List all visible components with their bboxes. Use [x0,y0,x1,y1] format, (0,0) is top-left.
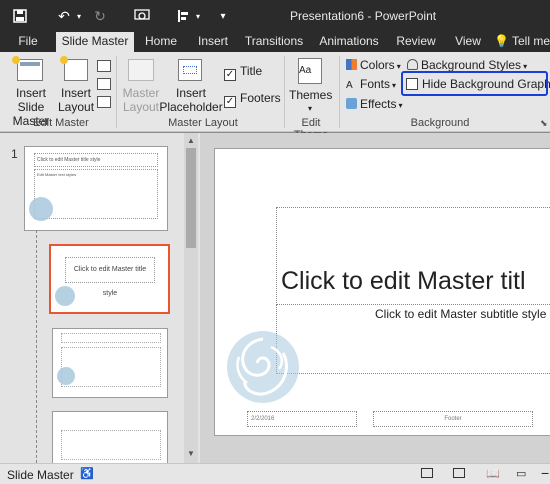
thumb-layout-title [61,333,161,343]
customize-qat-icon[interactable]: ▾ [216,0,230,32]
undo-dropdown-icon[interactable]: ▾ [74,0,84,32]
save-icon[interactable] [8,0,32,32]
scroll-down-icon[interactable]: ▼ [187,449,195,458]
window-title: Presentation6 - PowerPoint [290,9,437,23]
effects-button[interactable]: Effects ▾ [346,97,402,111]
effects-dropdown-icon: ▾ [398,101,403,110]
background-group-label: Background [410,117,470,129]
reading-view-icon[interactable]: 📖 [486,467,500,480]
effects-label: Effects [360,97,397,111]
separator [116,56,117,128]
slideshow-icon[interactable]: ▭ [516,467,526,480]
fonts-icon: A [346,80,353,91]
tab-file[interactable]: File [10,32,46,52]
slides-pane[interactable]: 1 Click to edit Master title style Edit … [0,133,200,466]
thumb-swirl-logo-icon [29,197,53,221]
layout-thumbnail-selected[interactable]: Click to edit Master title style [49,244,170,314]
rename-icon[interactable] [97,78,111,90]
master-layout-icon [128,59,154,81]
undo-icon[interactable]: ↶ [52,0,76,32]
thumb-swirl-logo-icon [57,367,75,385]
swirl-logo-icon [227,331,299,403]
colors-dropdown-icon: ▾ [396,62,401,71]
tell-me-search[interactable]: Tell me [512,32,550,52]
tab-animations[interactable]: Animations [318,32,380,52]
slide-number: 1 [11,147,18,161]
footer-placeholder[interactable]: Footer [373,411,533,427]
title-bar: ↶ ▾ ↻ ▾ ▾ Presentation6 - PowerPoint [0,0,550,32]
layout-thumbnail[interactable] [52,328,168,398]
footers-checkbox-box[interactable]: ✓ [224,96,236,108]
tab-home[interactable]: Home [140,32,182,52]
background-styles-dropdown-icon: ▾ [523,62,528,71]
fonts-button[interactable]: A Fonts ▾ [346,77,396,91]
tab-review[interactable]: Review [394,32,438,52]
insert-placeholder-icon [178,59,202,81]
thumb-layout-title [61,430,161,460]
footers-checkbox-label: Footers [240,91,281,105]
colors-button[interactable]: Colors ▾ [346,58,401,72]
background-styles-button[interactable]: Background Styles ▾ [407,58,527,72]
layout-connector-line [36,230,37,463]
master-layout-button[interactable]: Master Layout [121,86,161,114]
effects-icon [346,98,357,109]
format-background-launcher-icon[interactable]: ⬊ [540,118,548,129]
preserve-icon[interactable] [97,96,111,108]
thumb-title-placeholder: Click to edit Master title style [34,153,158,167]
thumb-layout-title: Click to edit Master title style [65,257,155,297]
colors-label: Colors [360,58,395,72]
title-checkbox-label: Title [240,64,263,78]
scroll-up-icon[interactable]: ▲ [187,136,195,145]
insert-slide-master-icon [12,56,43,81]
align-dropdown-icon[interactable]: ▾ [193,0,203,32]
status-bar: Slide Master ♿ 📖 ▭ − [0,463,550,484]
align-icon[interactable] [172,0,194,32]
separator [339,56,340,128]
tab-slide-master[interactable]: Slide Master [56,32,134,52]
slide-title[interactable]: Click to edit Master titl [281,267,526,296]
background-styles-label: Background Styles [421,58,522,72]
title-checkbox-box[interactable]: ✓ [224,69,236,81]
scroll-thumb[interactable] [186,148,196,248]
fonts-label: Fonts [360,77,391,91]
title-checkbox[interactable]: ✓ Title [224,64,262,81]
highlight-box [401,71,548,96]
edit-master-group-label: Edit Master [33,117,89,129]
zoom-out-icon[interactable]: − [541,465,549,481]
insert-layout-button[interactable]: Insert Layout [58,86,94,114]
themes-icon: Aa [298,58,322,84]
tab-insert[interactable]: Insert [192,32,234,52]
tell-me-icon[interactable]: 💡 [494,32,509,52]
layout-thumbnail[interactable] [52,411,168,466]
fonts-dropdown-icon: ▾ [392,81,397,90]
normal-view-icon[interactable] [421,468,433,478]
date-placeholder[interactable]: 2/2/2016 [247,411,357,427]
themes-button[interactable]: Themes [289,88,332,102]
themes-dropdown-icon[interactable]: ▾ [305,102,315,116]
tab-view[interactable]: View [450,32,486,52]
insert-layout-icon [60,56,88,81]
ribbon-tabs: File Slide Master Home Insert Transition… [0,32,550,52]
slide-sorter-icon[interactable] [453,468,465,478]
slide-master-thumbnail[interactable]: Click to edit Master title style Edit Ma… [24,146,168,231]
slide-subtitle[interactable]: Click to edit Master subtitle style [375,307,546,321]
accessibility-icon[interactable]: ♿ [80,467,94,480]
colors-icon [346,59,357,70]
tab-transitions[interactable]: Transitions [243,32,305,52]
delete-icon[interactable] [97,60,111,72]
background-styles-icon [407,59,418,70]
redo-icon[interactable]: ↻ [90,0,110,32]
slides-pane-scrollbar[interactable]: ▲ ▼ [184,133,198,463]
master-layout-group-label: Master Layout [168,117,238,129]
thumb-swirl-logo-icon [55,286,75,306]
thumb-layout-body [61,347,161,387]
footers-checkbox[interactable]: ✓ Footers [224,91,281,108]
slide[interactable]: Click to edit Master titl Click to edit … [214,148,550,436]
insert-placeholder-button[interactable]: Insert Placeholder [159,86,223,114]
view-label: Slide Master [7,468,74,482]
start-slideshow-icon[interactable] [130,0,154,32]
